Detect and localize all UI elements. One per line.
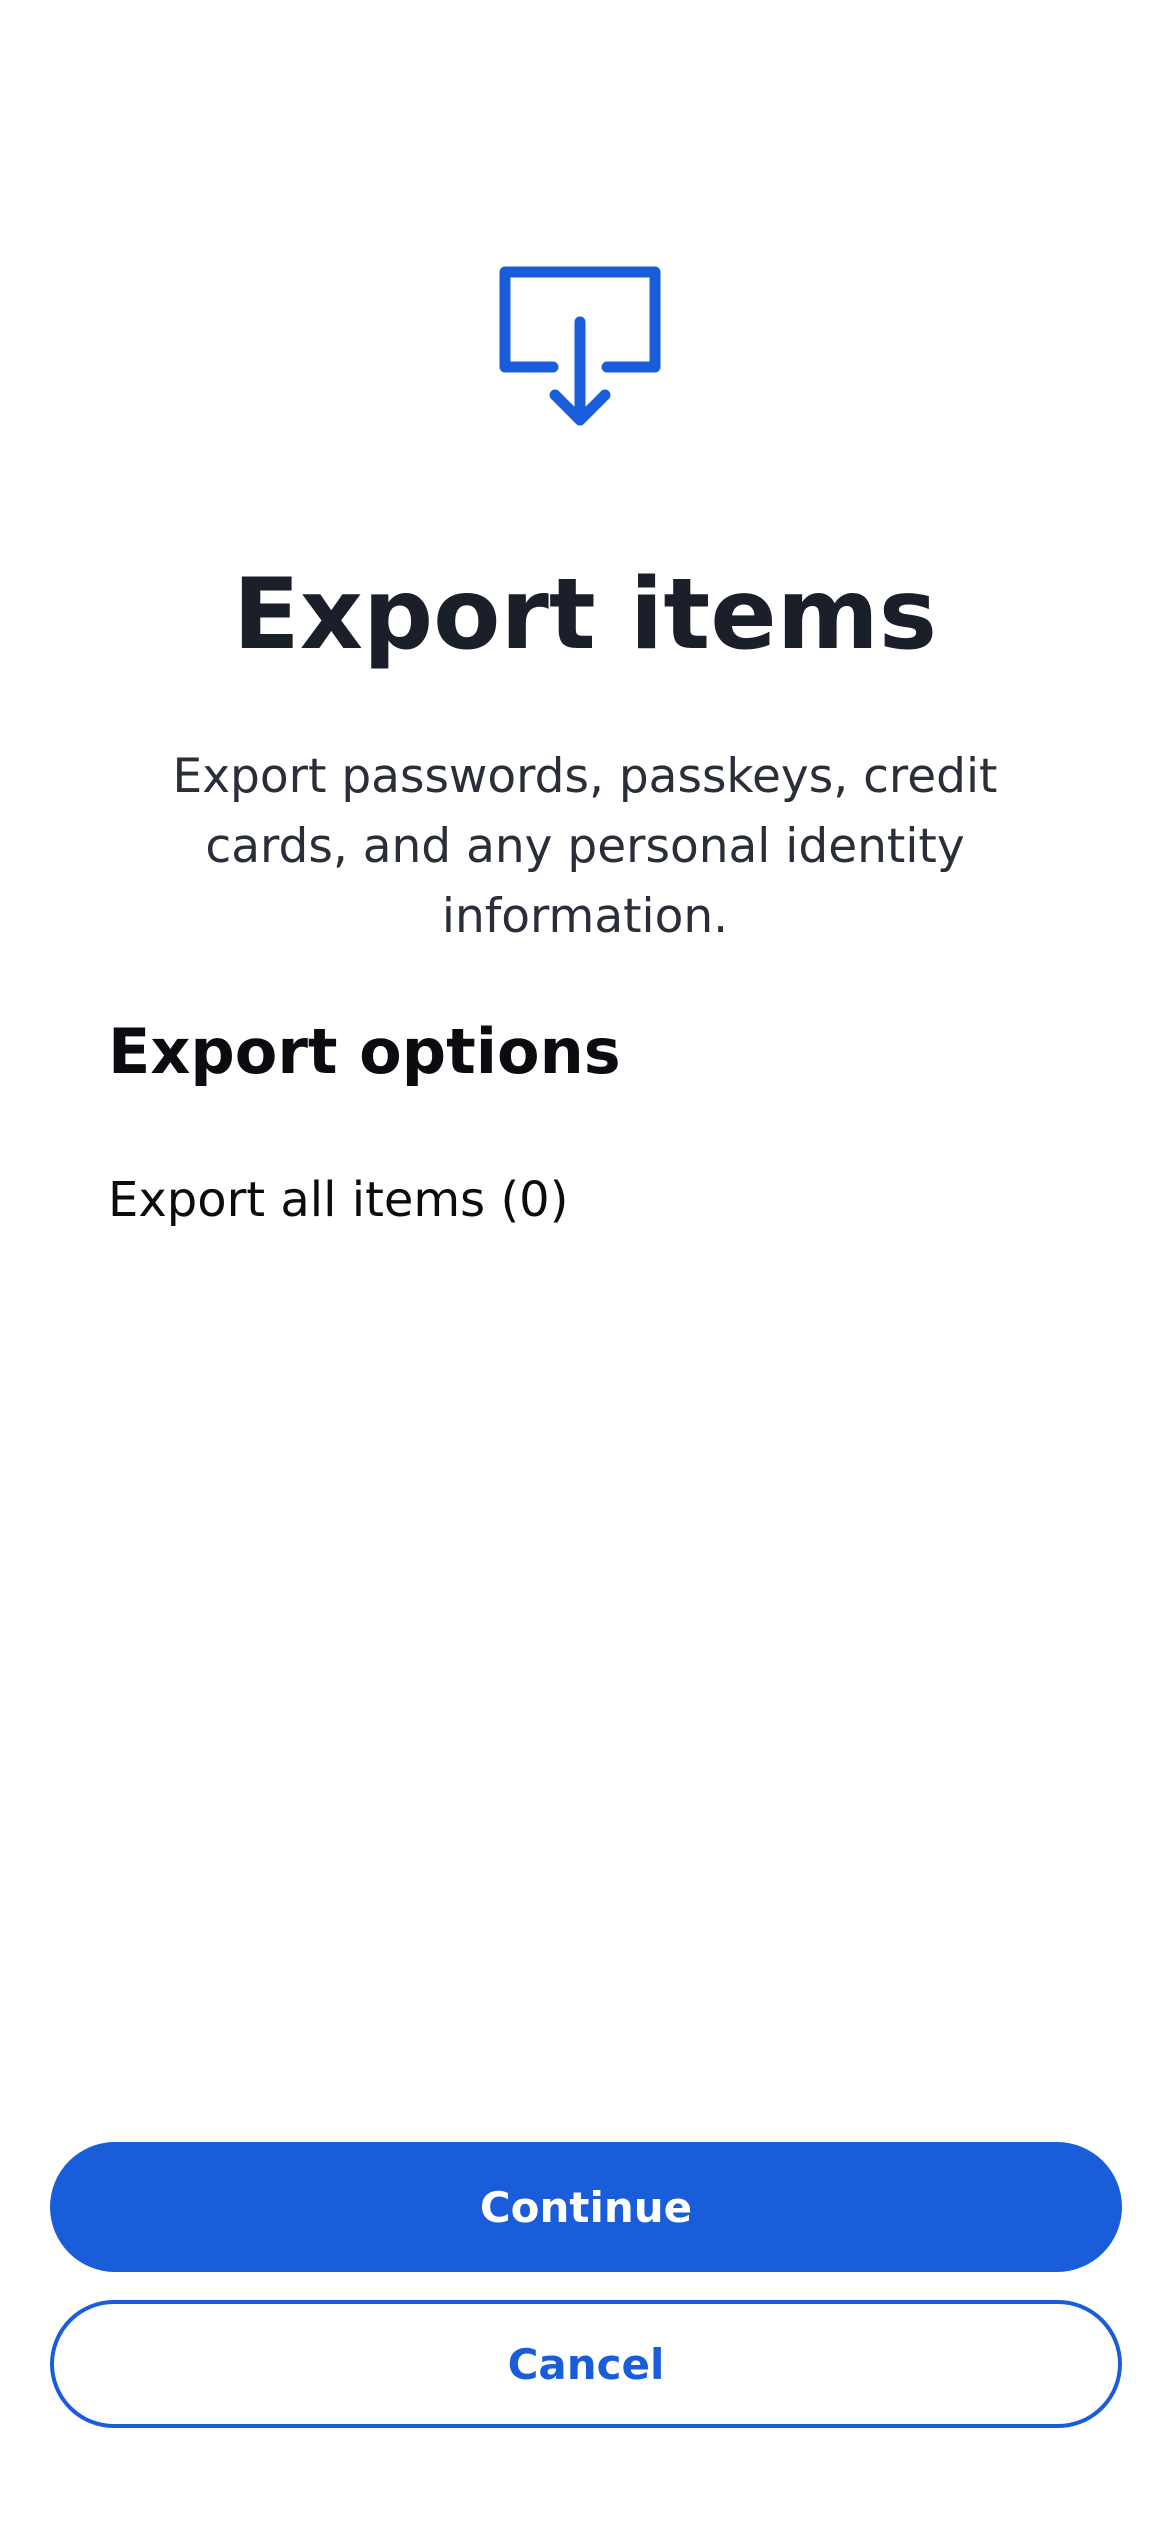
- cancel-button-label: Cancel: [507, 2339, 665, 2389]
- cancel-button[interactable]: Cancel: [50, 2300, 1122, 2428]
- page-title: Export items: [232, 558, 938, 672]
- continue-button[interactable]: Continue: [50, 2142, 1122, 2272]
- export-all-items-option[interactable]: Export all items (0): [108, 1160, 1062, 1240]
- continue-button-label: Continue: [479, 2182, 693, 2232]
- export-items-screen: Export items Export passwords, passkeys,…: [0, 0, 1170, 2532]
- export-all-items-label: Export all items (0): [108, 1172, 569, 1228]
- export-options-heading: Export options: [108, 1015, 621, 1088]
- page-description: Export passwords, passkeys, credit cards…: [172, 749, 998, 944]
- export-tray-icon: [495, 262, 665, 432]
